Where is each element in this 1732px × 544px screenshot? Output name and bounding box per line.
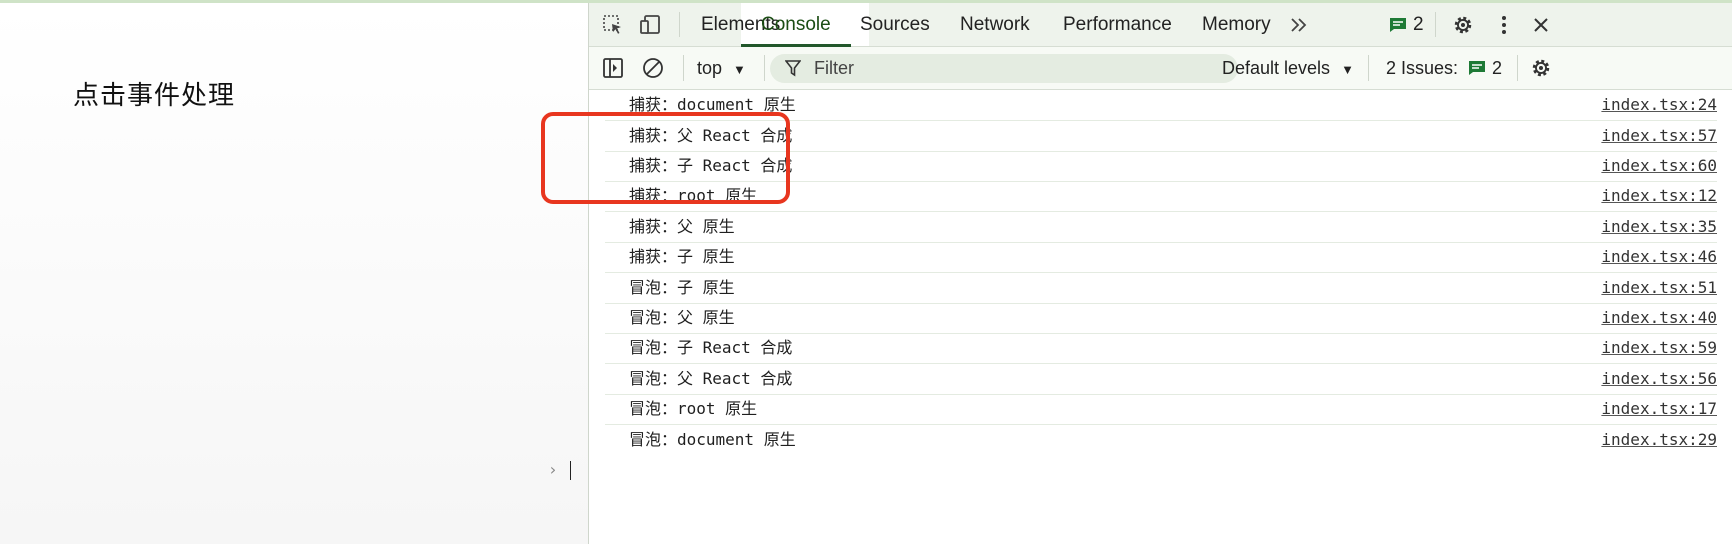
console-toolbar: top ▼ Filter Default levels ▼ 2 Issues:: [589, 47, 1732, 90]
log-message: 冒泡：父 原生: [629, 308, 735, 327]
console-input-caret[interactable]: [570, 461, 571, 480]
message-icon: [1389, 17, 1407, 33]
log-levels-label: Default levels: [1222, 58, 1331, 78]
console-output: 捕获：document 原生 index.tsx:24 捕获：父 React 合…: [589, 90, 1732, 544]
log-source-link[interactable]: index.tsx:24: [1601, 90, 1717, 120]
toolbar-divider-5: [1517, 55, 1518, 81]
console-log-row: 捕获：父 原生 index.tsx:35: [605, 212, 1717, 243]
console-prompt-chevron-icon: ›: [548, 460, 558, 479]
chevron-down-icon: ▼: [1341, 62, 1354, 77]
console-log-row: 冒泡：root 原生 index.tsx:17: [605, 394, 1717, 425]
settings-gear-icon[interactable]: [1451, 13, 1475, 37]
issues-count: 2: [1492, 58, 1503, 78]
log-message: 冒泡：子 React 合成: [629, 338, 793, 357]
device-toolbar-icon[interactable]: [639, 13, 663, 37]
toolbar-divider-2: [764, 55, 765, 81]
sidebar-toggle-icon[interactable]: [601, 56, 625, 80]
issues-button[interactable]: 2 Issues: 2: [1386, 47, 1502, 89]
log-message: 捕获：root 原生: [629, 186, 758, 205]
clear-console-icon[interactable]: [641, 56, 665, 80]
toolbar-divider-4: [1368, 55, 1369, 81]
log-levels-dropdown[interactable]: Default levels ▼: [1222, 47, 1354, 89]
more-tabs-icon[interactable]: [1287, 13, 1311, 37]
messages-badge[interactable]: 2: [1389, 3, 1424, 46]
log-source-link[interactable]: index.tsx:57: [1601, 121, 1717, 151]
tab-performance[interactable]: Performance: [1061, 3, 1174, 46]
console-log-row: 捕获：子 原生 index.tsx:46: [605, 242, 1717, 273]
page-title: 点击事件处理: [73, 80, 236, 110]
filter-placeholder: Filter: [814, 58, 854, 78]
tabbar-divider: [679, 12, 680, 37]
devtools-tabbar: Elements Console Sources Network Perform…: [589, 3, 1732, 47]
console-log-row: 冒泡：子 原生 index.tsx:51: [605, 273, 1717, 304]
log-source-link[interactable]: index.tsx:51: [1601, 273, 1717, 303]
console-log-row: 冒泡：父 React 合成 index.tsx:56: [605, 364, 1717, 395]
log-source-link[interactable]: index.tsx:56: [1601, 364, 1717, 394]
log-message: 冒泡：document 原生: [629, 430, 796, 449]
log-message: 捕获：子 原生: [629, 247, 735, 266]
console-settings-gear-icon[interactable]: [1529, 56, 1553, 80]
log-source-link[interactable]: index.tsx:29: [1601, 425, 1717, 455]
tabbar-divider-2: [1435, 12, 1436, 37]
console-log-row: 捕获：root 原生 index.tsx:12: [605, 181, 1717, 212]
toolbar-divider: [683, 55, 684, 81]
tab-memory[interactable]: Memory: [1200, 3, 1273, 46]
page-viewport: 点击事件处理: [0, 3, 588, 544]
more-options-icon[interactable]: [1492, 13, 1516, 37]
devtools-panel: Elements Console Sources Network Perform…: [588, 3, 1732, 544]
issues-label: 2 Issues:: [1386, 58, 1459, 78]
log-message: 捕获：父 React 合成: [629, 126, 793, 145]
context-label: top: [697, 58, 723, 78]
log-message: 捕获：子 React 合成: [629, 156, 793, 175]
console-log-row: 冒泡：document 原生 index.tsx:29: [605, 425, 1717, 455]
log-source-link[interactable]: index.tsx:59: [1601, 333, 1717, 363]
log-source-link[interactable]: index.tsx:40: [1601, 303, 1717, 333]
log-source-link[interactable]: index.tsx:12: [1601, 181, 1717, 211]
message-count: 2: [1413, 14, 1424, 35]
filter-icon: [785, 60, 801, 77]
tab-sources[interactable]: Sources: [858, 3, 932, 46]
filter-input[interactable]: Filter: [770, 54, 1238, 83]
message-icon: [1468, 60, 1486, 76]
console-log-row: 冒泡：子 React 合成 index.tsx:59: [605, 333, 1717, 364]
log-source-link[interactable]: index.tsx:60: [1601, 151, 1717, 181]
tab-network[interactable]: Network: [958, 3, 1032, 46]
log-message: 冒泡：子 原生: [629, 278, 735, 297]
chevron-down-icon: ▼: [733, 62, 746, 77]
log-message: 冒泡：父 React 合成: [629, 369, 793, 388]
context-selector[interactable]: top ▼: [697, 47, 746, 89]
log-source-link[interactable]: index.tsx:35: [1601, 212, 1717, 242]
close-devtools-icon[interactable]: [1529, 13, 1553, 37]
console-log-row: 捕获：子 React 合成 index.tsx:60: [605, 151, 1717, 182]
log-message: 捕获：document 原生: [629, 95, 796, 114]
console-log-row: 捕获：document 原生 index.tsx:24: [605, 90, 1717, 121]
log-source-link[interactable]: index.tsx:17: [1601, 394, 1717, 424]
log-message: 捕获：父 原生: [629, 217, 735, 236]
log-message: 冒泡：root 原生: [629, 399, 758, 418]
tab-console[interactable]: Console: [741, 3, 851, 47]
inspect-element-icon[interactable]: [601, 13, 625, 37]
log-source-link[interactable]: index.tsx:46: [1601, 242, 1717, 272]
console-log-row: 捕获：父 React 合成 index.tsx:57: [605, 121, 1717, 152]
console-log-row: 冒泡：父 原生 index.tsx:40: [605, 303, 1717, 334]
